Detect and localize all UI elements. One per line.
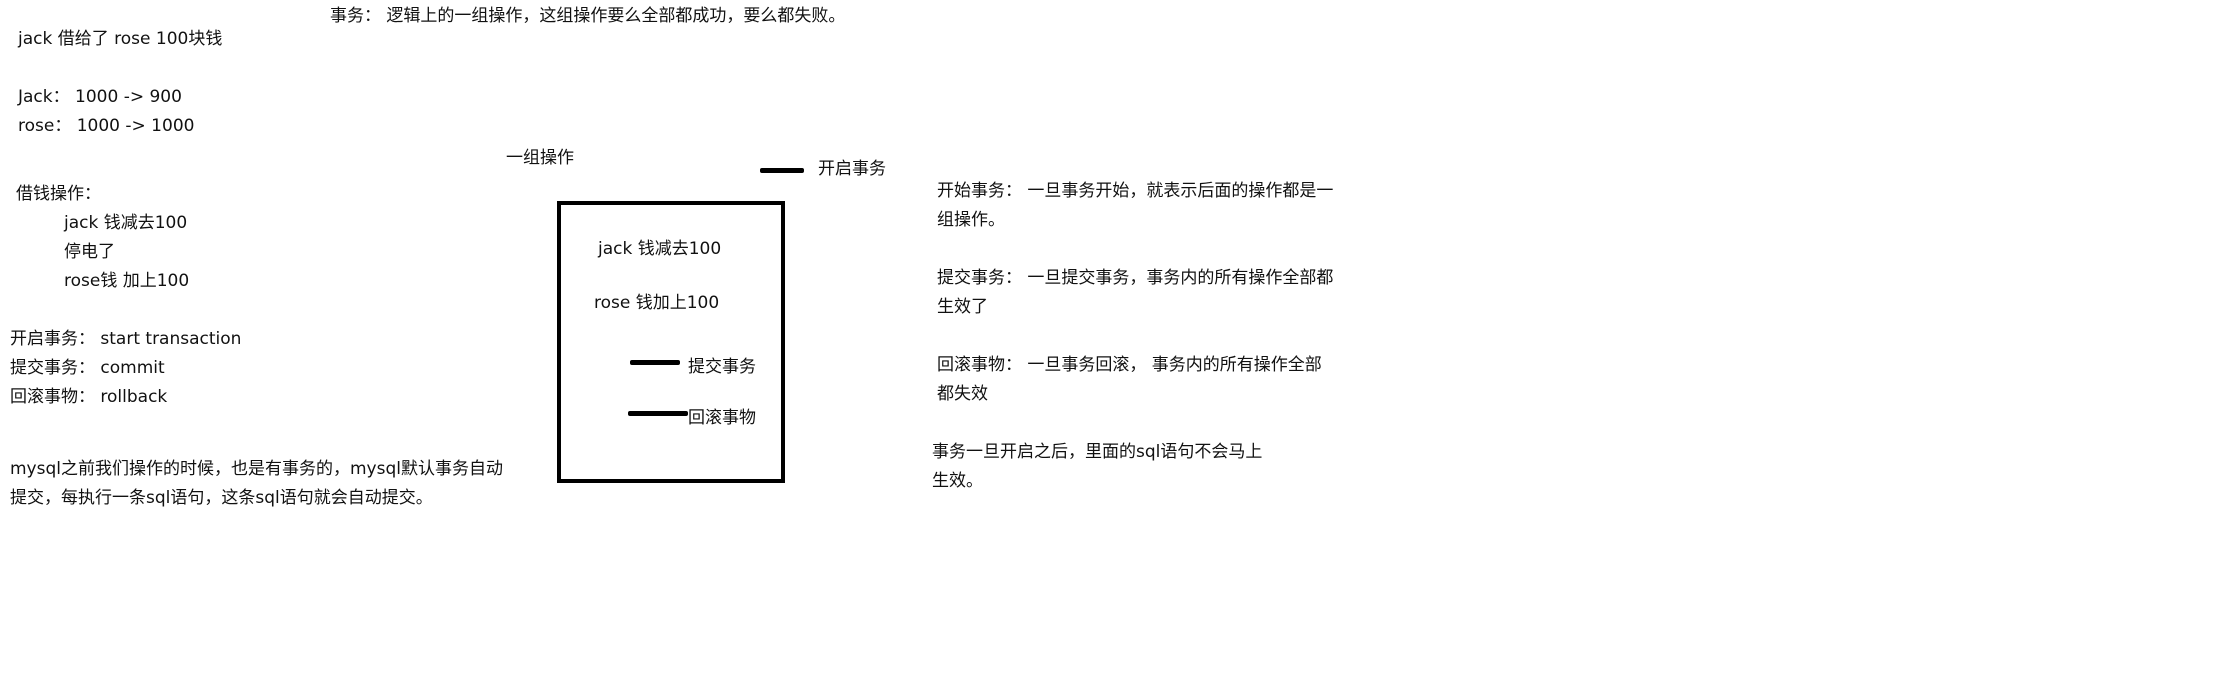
rose-balance: rose： 1000 -> 1000 — [18, 116, 195, 136]
command-rollback: 回滚事物： rollback — [10, 387, 168, 407]
commit-explanation-line-2: 生效了 — [937, 297, 988, 317]
step-2: 停电了 — [64, 242, 115, 262]
autocommit-note-line-2: 提交，每执行一条sql语句，这条sql语句就会自动提交。 — [10, 488, 433, 508]
group-label: 一组操作 — [506, 148, 574, 168]
effect-note-line-1: 事务一旦开启之后，里面的sql语句不会马上 — [932, 442, 1263, 462]
autocommit-note-line-1: mysql之前我们操作的时候，也是有事务的，mysql默认事务自动 — [10, 459, 503, 479]
transaction-definition: 事务： 逻辑上的一组操作，这组操作要么全部都成功，要么都失败。 — [330, 6, 846, 26]
jack-balance: Jack： 1000 -> 900 — [18, 87, 182, 107]
rollback-explanation-line-1: 回滚事物： 一旦事务回滚， 事务内的所有操作全部 — [937, 355, 1322, 375]
rollback-explanation-line-2: 都失效 — [937, 384, 988, 404]
scenario-text: jack 借给了 rose 100块钱 — [18, 29, 223, 49]
operation-jack: jack 钱减去100 — [598, 239, 722, 259]
commit-line — [630, 360, 680, 365]
step-1: jack 钱减去100 — [64, 213, 188, 233]
start-transaction-line — [760, 168, 804, 173]
start-explanation-line-2: 组操作。 — [937, 210, 1005, 230]
commit-label: 提交事务 — [688, 357, 756, 377]
rollback-line — [628, 411, 688, 416]
command-start: 开启事务： start transaction — [10, 329, 242, 349]
start-transaction-label: 开启事务 — [818, 159, 886, 179]
step-3: rose钱 加上100 — [64, 271, 190, 291]
command-commit: 提交事务： commit — [10, 358, 165, 378]
borrow-title: 借钱操作： — [16, 184, 101, 204]
start-explanation-line-1: 开始事务： 一旦事务开始，就表示后面的操作都是一 — [937, 181, 1334, 201]
commit-explanation-line-1: 提交事务： 一旦提交事务，事务内的所有操作全部都 — [937, 268, 1334, 288]
rollback-label: 回滚事物 — [688, 408, 756, 428]
effect-note-line-2: 生效。 — [932, 471, 983, 491]
operation-rose: rose 钱加上100 — [594, 293, 720, 313]
